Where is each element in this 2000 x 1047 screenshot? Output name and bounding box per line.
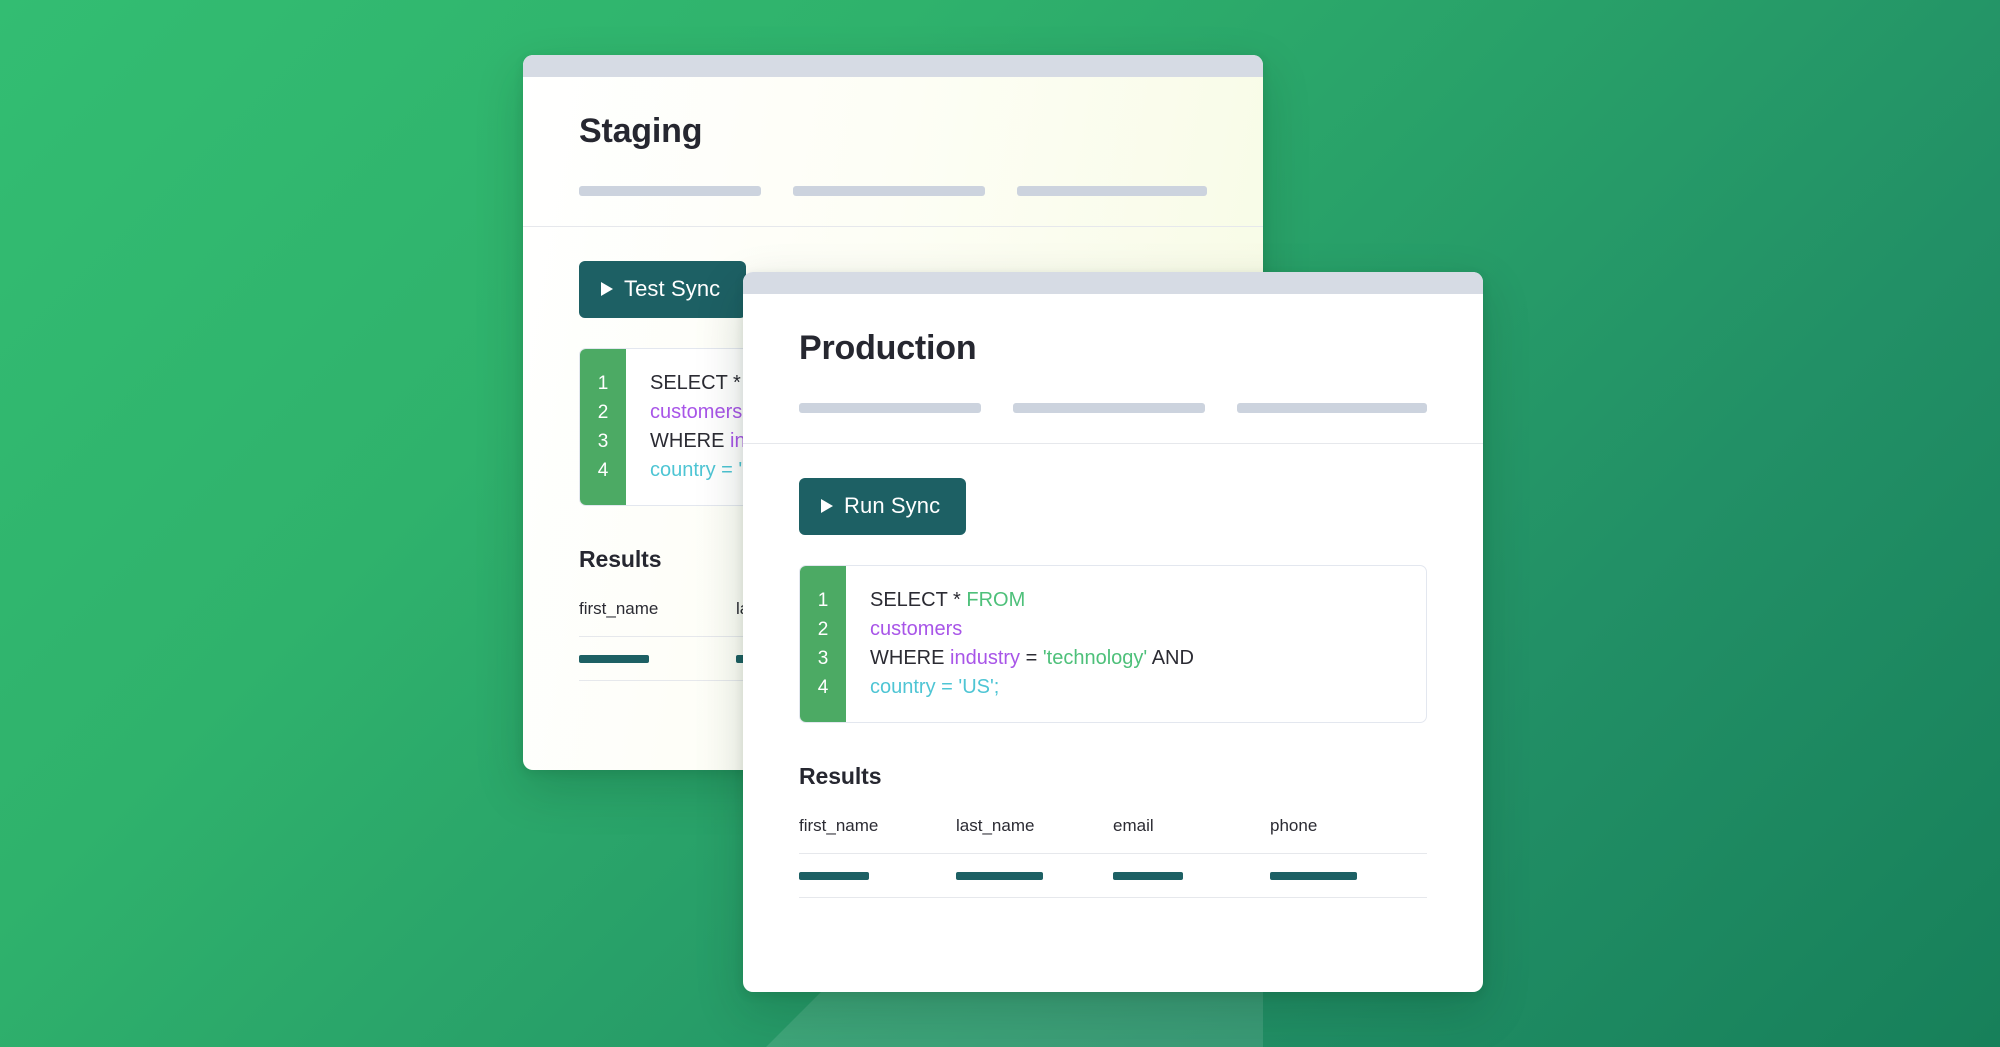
skeleton-bar [579,186,762,197]
column-header[interactable]: phone [1270,816,1427,836]
staging-header: Staging [523,77,1263,226]
production-results-table: first_name last_name email phone [799,816,1427,899]
table-cell [1270,872,1427,881]
code-token: customers [870,618,963,641]
code-line-number: 3 [597,431,609,453]
code-token: SELECT [650,372,728,395]
production-header: Production [743,294,1483,443]
code-token: AND [1147,647,1194,670]
run-sync-button-label: Run Sync [844,493,941,519]
production-titlebar[interactable] [743,272,1483,294]
code-line: country = 'US'; [870,673,1426,702]
skeleton-bar [1237,403,1427,414]
code-line-number: 3 [817,648,829,670]
table-cell [579,655,736,664]
code-token: industry [944,647,1021,670]
production-skeleton-row [799,403,1427,414]
page-title: Staging [579,112,703,150]
code-token: FROM [960,589,1026,612]
skeleton-bar [1017,186,1207,197]
table-cell [956,872,1113,881]
production-code-block[interactable]: 1 2 3 4 SELECT * FROM customers WHERE industr… [799,565,1427,724]
results-heading: Results [799,763,882,790]
page-title: Production [799,329,977,367]
test-sync-button[interactable]: Test Sync [579,261,747,319]
code-token: = [1020,647,1038,670]
play-icon [821,499,833,514]
table-cell [799,872,956,881]
window-production[interactable]: Production Run Sync 1 2 3 4 SELECT * FROM cu… [743,272,1483,992]
code-line-number: 1 [817,590,829,612]
staging-code-gutter: 1 2 3 4 [580,349,626,506]
code-line-number: 2 [817,619,829,641]
play-icon [601,282,613,297]
code-token: WHERE [870,647,945,670]
code-line-number: 2 [597,402,609,424]
test-sync-button-label: Test Sync [624,276,721,302]
staging-titlebar[interactable] [523,55,1263,77]
table-cell [1113,872,1270,881]
code-line-number: 4 [817,677,829,699]
column-header[interactable]: first_name [579,599,736,619]
code-token: SELECT [870,589,948,612]
column-header[interactable]: first_name [799,816,956,836]
production-code-lines[interactable]: SELECT * FROM customers WHERE industry = '… [846,566,1426,722]
production-code-gutter: 1 2 3 4 [800,566,846,723]
code-line: WHERE industry = 'technology' AND [870,644,1426,673]
code-line-number: 1 [597,373,609,395]
column-header[interactable]: last_name [956,816,1113,836]
table-row[interactable] [799,854,1427,897]
results-divider [799,897,1427,899]
production-results-section: Results first_name last_name email phone [743,723,1483,899]
code-token: country = 'US'; [870,676,1000,699]
staging-skeleton-row [579,186,1207,197]
canvas: Staging Test Sync 1 2 3 4 SELECT * FROM cust… [0,0,2000,1047]
code-line: customers [870,615,1426,644]
code-token: customers [650,401,743,424]
code-token: 'technology' [1037,647,1148,670]
skeleton-bar [793,186,986,197]
production-action-area: Run Sync [743,444,1483,536]
code-token: * [727,372,741,395]
run-sync-button[interactable]: Run Sync [799,478,967,536]
production-window-body: Production Run Sync 1 2 3 4 SELECT * FROM cu… [743,272,1483,992]
skeleton-bar [799,403,982,414]
code-line-number: 4 [597,460,609,482]
code-token: WHERE [650,430,725,453]
code-line: SELECT * FROM [870,586,1426,615]
column-header[interactable]: email [1113,816,1270,836]
skeleton-bar [1013,403,1206,414]
results-header-row: first_namelast_nameemailphone [799,816,1427,853]
code-token: * [947,589,961,612]
